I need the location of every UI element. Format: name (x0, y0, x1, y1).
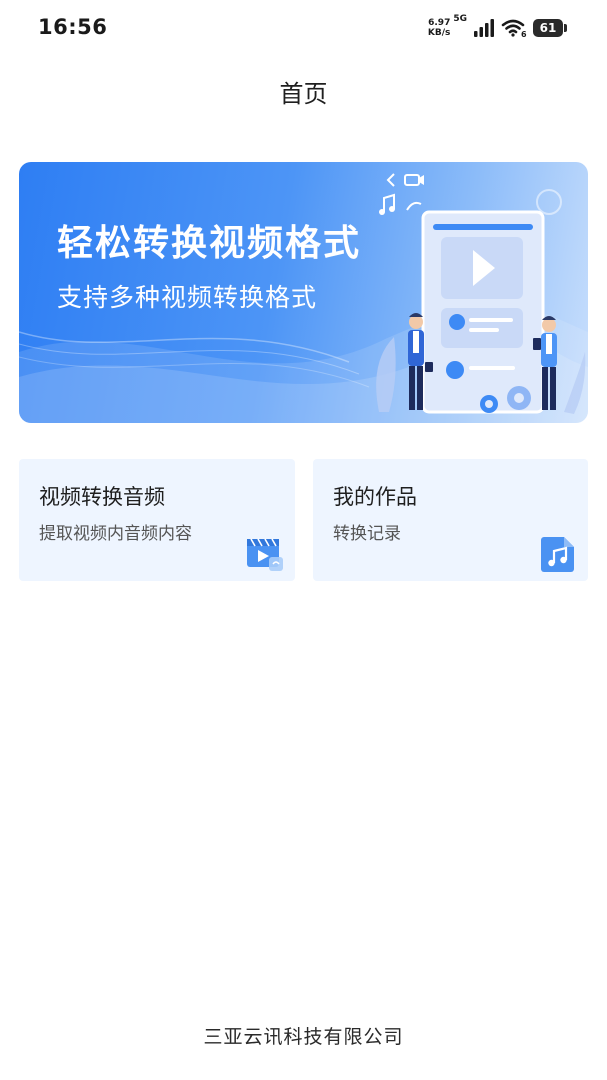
status-bar: 16:56 6.97 KB/s 5G 6 61 (0, 0, 607, 58)
status-time: 16:56 (38, 15, 108, 39)
banner-illustration (376, 173, 586, 414)
banner-title: 轻松转换视频格式 (57, 223, 362, 264)
banner-subtitle: 支持多种视频转换格式 (57, 283, 318, 312)
my-works-title: 我的作品 (333, 485, 417, 509)
my-works-card[interactable]: 我的作品 转换记录 (313, 459, 588, 581)
music-note-icon (541, 537, 574, 572)
network-speed: 6.97 KB/s (428, 18, 450, 38)
network-speed-value: 6.97 (428, 18, 451, 28)
signal-icon (474, 19, 494, 37)
wifi-badge: 6 (521, 30, 527, 38)
video-to-audio-title: 视频转换音频 (39, 485, 165, 509)
network-speed-unit: KB/s (427, 28, 451, 38)
battery-icon: 61 (533, 19, 567, 37)
wifi-icon: 6 (501, 19, 527, 38)
video-clapper-icon (247, 538, 283, 571)
battery-level: 61 (533, 19, 563, 37)
video-to-audio-card[interactable]: 视频转换音频 提取视频内音频内容 (19, 459, 295, 581)
network-type: 5G (453, 14, 467, 24)
page-title: 首页 (279, 80, 328, 108)
footer-company: 三亚云讯科技有限公司 (203, 1026, 404, 1048)
my-works-subtitle: 转换记录 (333, 524, 401, 544)
status-icons: 6.97 KB/s 5G 6 61 (428, 14, 567, 40)
promo-banner[interactable]: 轻松转换视频格式 支持多种视频转换格式 (19, 162, 588, 423)
video-to-audio-subtitle: 提取视频内音频内容 (39, 524, 192, 544)
